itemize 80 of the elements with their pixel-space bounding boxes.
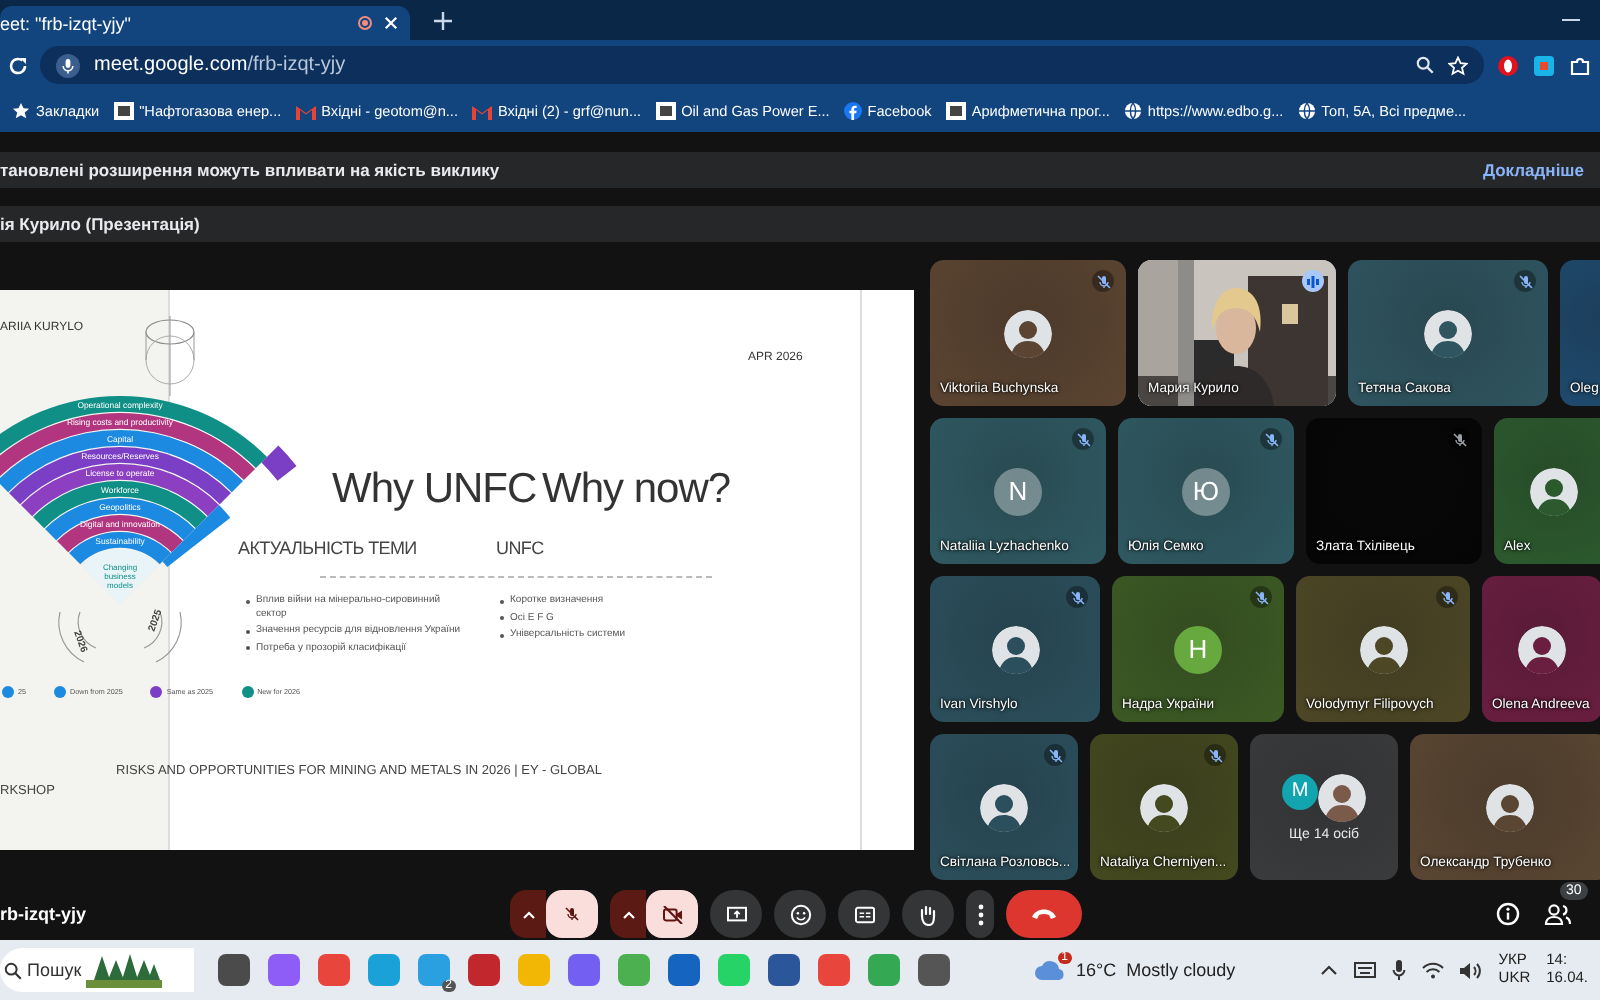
present-button[interactable]	[710, 890, 762, 938]
chevron-up-icon[interactable]	[1320, 964, 1339, 976]
star-icon	[12, 102, 30, 120]
app-icon[interactable]	[468, 954, 500, 986]
avatar-icon	[1004, 309, 1052, 357]
app-icon[interactable]	[818, 954, 850, 986]
mic-icon	[56, 53, 80, 77]
presentation-title: ія Курило (Презентація)	[0, 206, 1600, 242]
url-text: meet.google.com/frb-izqt-yjy	[94, 54, 348, 76]
slide-subheading: АКТУАЛЬНІСТЬ ТЕМИ	[238, 538, 417, 558]
avatar-icon	[1486, 783, 1534, 831]
wifi-icon[interactable]	[1422, 961, 1445, 979]
avatar-initial: H	[1174, 625, 1222, 673]
caret-icon	[621, 909, 635, 919]
avatar-icon	[980, 783, 1028, 831]
app-icon[interactable]	[668, 954, 700, 986]
avatar-icon	[991, 625, 1039, 673]
captions-button[interactable]	[838, 890, 890, 938]
mail-icon	[471, 103, 492, 119]
end-call-button[interactable]	[1006, 890, 1082, 938]
logo-icon	[113, 102, 134, 120]
search-field[interactable]: Пошук	[0, 948, 194, 992]
facebook-icon	[843, 102, 862, 120]
slide-title: Why now?	[542, 466, 731, 514]
captions-icon	[853, 905, 875, 923]
cloud-icon	[1034, 957, 1066, 979]
avatar-initial: M	[1282, 773, 1318, 809]
present-screen-icon	[725, 905, 747, 923]
more-icon	[977, 903, 983, 925]
more-options-button[interactable]	[966, 890, 994, 938]
slide-subheading: UNFC	[496, 538, 544, 558]
app-icon[interactable]	[568, 954, 600, 986]
zoom-icon[interactable]	[1416, 56, 1434, 74]
app-icon[interactable]	[318, 954, 350, 986]
search-icon	[4, 961, 22, 979]
forest-icon	[85, 952, 162, 988]
hand-icon	[918, 903, 938, 925]
app-icon[interactable]	[918, 954, 950, 986]
app-icon[interactable]	[768, 954, 800, 986]
cylinder-drawing	[144, 316, 196, 396]
banner-text: тановлені розширення можуть впливати на якість виклику	[0, 160, 500, 180]
speaker-icon[interactable]	[1460, 961, 1483, 979]
avatar-initial: Ю	[1182, 467, 1230, 515]
microphone-button[interactable]	[546, 890, 598, 938]
avatar-icon	[1318, 773, 1366, 821]
slide-title: Why UNFC	[332, 466, 537, 514]
camera-button[interactable]	[646, 890, 698, 938]
browser-tab[interactable]: eet: "frb-izqt-yjy"	[0, 6, 410, 40]
caret-icon	[521, 909, 535, 919]
globe-icon	[1297, 102, 1316, 120]
keyboard-icon[interactable]	[1354, 962, 1377, 978]
raise-hand-button[interactable]	[902, 890, 954, 938]
mail-icon	[295, 103, 316, 119]
star-icon[interactable]	[1448, 55, 1468, 75]
logo-icon	[655, 102, 676, 120]
app-icon[interactable]	[218, 954, 250, 986]
new-tab-icon[interactable]	[434, 11, 452, 29]
info-icon[interactable]	[1496, 902, 1520, 926]
camera-off-icon	[661, 905, 683, 923]
avatar-icon	[1518, 625, 1566, 673]
mic-muted-icon	[564, 906, 580, 922]
smiley-icon	[789, 903, 811, 925]
avatar-icon	[1424, 309, 1472, 357]
learn-more-link[interactable]: Докладніше	[1482, 160, 1584, 180]
avatar-icon	[1140, 783, 1188, 831]
globe-icon	[1123, 102, 1142, 120]
minimize-icon[interactable]	[1562, 18, 1580, 22]
avatar-initial: N	[994, 467, 1042, 515]
meeting-code: rb-izqt-yjy	[0, 904, 89, 924]
avatar-icon	[1530, 467, 1578, 515]
avatar-icon	[1359, 625, 1407, 673]
app-icon[interactable]	[268, 954, 300, 986]
reactions-button[interactable]	[774, 890, 826, 938]
extension-icon[interactable]	[1496, 53, 1520, 77]
reload-icon[interactable]	[8, 55, 28, 75]
logo-icon	[945, 102, 966, 120]
address-bar[interactable]: meet.google.com/frb-izqt-yjy	[40, 46, 1484, 84]
phone-icon	[1030, 908, 1058, 920]
close-icon[interactable]	[384, 16, 398, 30]
mic-icon[interactable]	[1392, 960, 1407, 980]
